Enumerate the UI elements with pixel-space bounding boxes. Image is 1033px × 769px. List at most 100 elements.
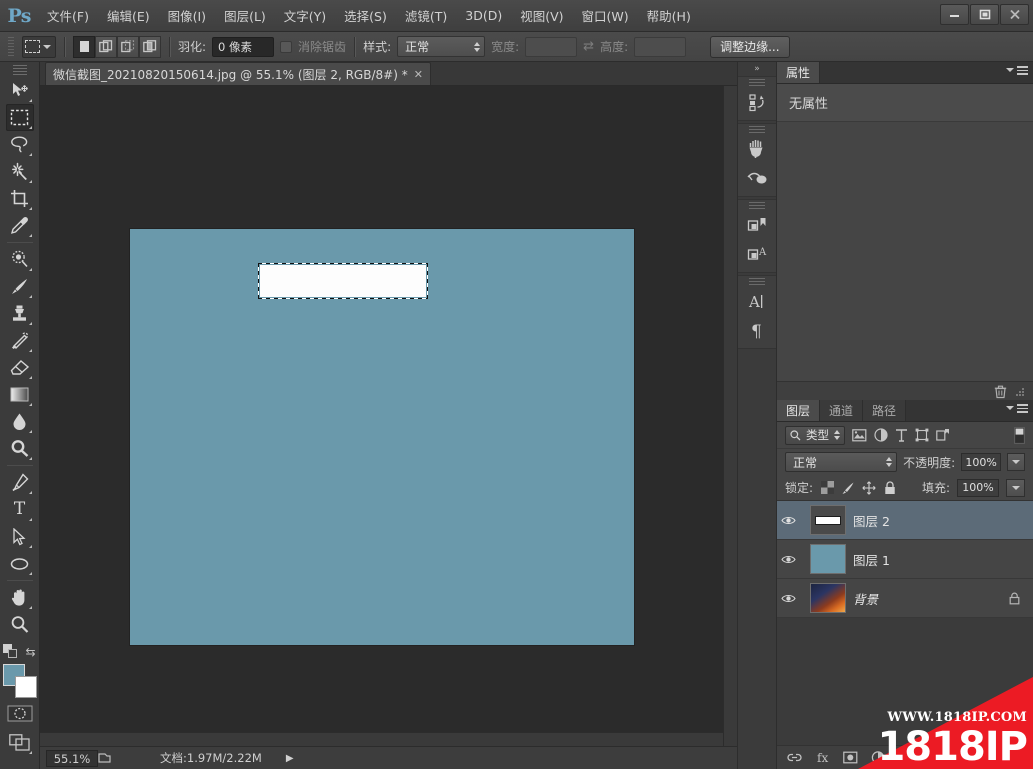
refine-edge-button[interactable]: 调整边缘...	[710, 35, 790, 58]
layer-thumbnail[interactable]	[810, 544, 846, 574]
toolbar-grip[interactable]	[12, 65, 27, 75]
crop-tool[interactable]	[6, 185, 34, 212]
dock-grip[interactable]	[749, 79, 765, 87]
eyedropper-tool[interactable]	[6, 212, 34, 239]
fill-input[interactable]: 100%	[957, 478, 999, 497]
opacity-dropdown-button[interactable]	[1006, 453, 1025, 471]
layer-style-icon[interactable]: fx	[815, 751, 830, 764]
dodge-tool[interactable]	[6, 435, 34, 462]
layer-thumbnail[interactable]	[810, 505, 846, 535]
menu-select[interactable]: 选择(S)	[335, 2, 396, 29]
fill-dropdown-button[interactable]	[1006, 478, 1025, 497]
document-tab[interactable]: 微信截图_20210820150614.jpg @ 55.1% (图层 2, R…	[45, 62, 431, 85]
move-tool[interactable]	[6, 77, 34, 104]
history-icon[interactable]	[738, 88, 776, 117]
document-icon[interactable]	[98, 752, 120, 764]
tab-channels[interactable]: 通道	[820, 400, 864, 421]
dock-grip[interactable]	[749, 126, 765, 134]
adjustments-icon[interactable]	[738, 211, 776, 240]
table-row[interactable]: 图层 2	[777, 501, 1033, 540]
swap-colors-icon[interactable]: ⇆	[25, 645, 35, 659]
layer-name[interactable]: 图层 2	[853, 511, 1033, 530]
delete-icon[interactable]	[994, 385, 1007, 399]
brush-panel-icon[interactable]	[738, 135, 776, 164]
intersect-selection-button[interactable]	[139, 35, 161, 58]
lock-icon[interactable]	[1009, 592, 1033, 605]
lock-image-pixels-icon[interactable]	[841, 481, 855, 495]
blend-mode-select[interactable]: 正常	[785, 452, 898, 472]
expand-panels-icon[interactable]: »	[738, 62, 776, 76]
tab-layers[interactable]: 图层	[777, 400, 821, 421]
blur-tool[interactable]	[6, 408, 34, 435]
width-input[interactable]	[525, 36, 578, 57]
eraser-tool[interactable]	[6, 354, 34, 381]
menu-3d[interactable]: 3D(D)	[456, 4, 511, 27]
gradient-tool[interactable]	[6, 381, 34, 408]
clone-stamp-tool[interactable]	[6, 300, 34, 327]
canvas-area[interactable]	[40, 86, 723, 754]
menu-file[interactable]: 文件(F)	[38, 2, 98, 29]
feather-input[interactable]: 0 像素	[212, 36, 275, 57]
rectangular-marquee-tool[interactable]	[5, 104, 34, 131]
menu-image[interactable]: 图像(I)	[159, 2, 215, 29]
dock-grip[interactable]	[749, 202, 765, 210]
new-fill-layer-icon[interactable]	[871, 751, 885, 764]
healing-brush-tool[interactable]	[6, 246, 34, 273]
new-group-icon[interactable]	[898, 751, 913, 764]
character-icon[interactable]: A	[738, 287, 776, 316]
properties-panel-menu[interactable]	[1006, 66, 1028, 75]
artboard[interactable]	[130, 229, 634, 645]
antialias-checkbox[interactable]	[280, 40, 293, 53]
hand-tool[interactable]	[6, 584, 34, 611]
path-selection-tool[interactable]	[6, 523, 34, 550]
layer-name[interactable]: 背景	[853, 589, 1002, 608]
filter-kind-select[interactable]: 类型	[785, 425, 845, 445]
lasso-tool[interactable]	[6, 131, 34, 158]
filter-adjustment-icon[interactable]	[874, 428, 888, 442]
brush-tool[interactable]	[6, 273, 34, 300]
layer-visibility-icon[interactable]	[781, 593, 803, 604]
opacity-input[interactable]: 100%	[961, 453, 1001, 471]
filter-shape-icon[interactable]	[915, 428, 929, 442]
layer-thumbnail[interactable]	[810, 583, 846, 613]
layer-visibility-icon[interactable]	[781, 515, 803, 526]
filter-smart-object-icon[interactable]	[936, 428, 950, 442]
history-brush-tool[interactable]	[6, 327, 34, 354]
clone-source-icon[interactable]	[738, 164, 776, 193]
background-color-swatch[interactable]	[14, 676, 37, 698]
layer-name[interactable]: 图层 1	[853, 550, 1033, 569]
layer-visibility-icon[interactable]	[781, 554, 803, 565]
canvas-vertical-scrollbar[interactable]	[723, 86, 737, 754]
lock-position-icon[interactable]	[862, 480, 876, 495]
panel-resize-grip[interactable]	[1015, 387, 1025, 397]
default-colors-icon[interactable]	[3, 644, 19, 660]
options-bar-grip[interactable]	[8, 36, 14, 57]
type-tool[interactable]: T	[6, 496, 34, 523]
ellipse-tool[interactable]	[6, 550, 34, 577]
swap-dimensions-icon[interactable]: ⇄	[583, 39, 594, 54]
menu-filter[interactable]: 滤镜(T)	[396, 2, 456, 29]
filter-toggle-switch[interactable]	[1014, 426, 1025, 444]
lock-transparent-pixels-icon[interactable]	[820, 481, 834, 495]
delete-layer-icon[interactable]	[952, 751, 964, 764]
zoom-level-input[interactable]: 55.1%	[46, 749, 98, 767]
subtract-from-selection-button[interactable]	[117, 35, 139, 58]
magic-wand-tool[interactable]	[6, 158, 34, 185]
canvas-horizontal-scrollbar[interactable]	[40, 732, 723, 746]
link-layers-icon[interactable]	[787, 751, 802, 764]
menu-type[interactable]: 文字(Y)	[275, 2, 335, 29]
menu-window[interactable]: 窗口(W)	[573, 2, 638, 29]
minimize-button[interactable]	[940, 4, 969, 25]
maximize-button[interactable]	[970, 4, 999, 25]
height-input[interactable]	[634, 36, 687, 57]
menu-edit[interactable]: 编辑(E)	[98, 2, 159, 29]
tool-preset-picker[interactable]	[22, 35, 56, 58]
dock-grip[interactable]	[749, 278, 765, 286]
paragraph-icon[interactable]: ¶	[738, 316, 776, 345]
close-icon[interactable]: ✕	[414, 68, 423, 81]
status-arrow-icon[interactable]: ▶	[286, 753, 294, 764]
layer-mask-icon[interactable]	[843, 751, 858, 764]
styles-icon[interactable]: A	[738, 240, 776, 269]
menu-help[interactable]: 帮助(H)	[638, 2, 700, 29]
zoom-tool[interactable]	[6, 611, 34, 638]
